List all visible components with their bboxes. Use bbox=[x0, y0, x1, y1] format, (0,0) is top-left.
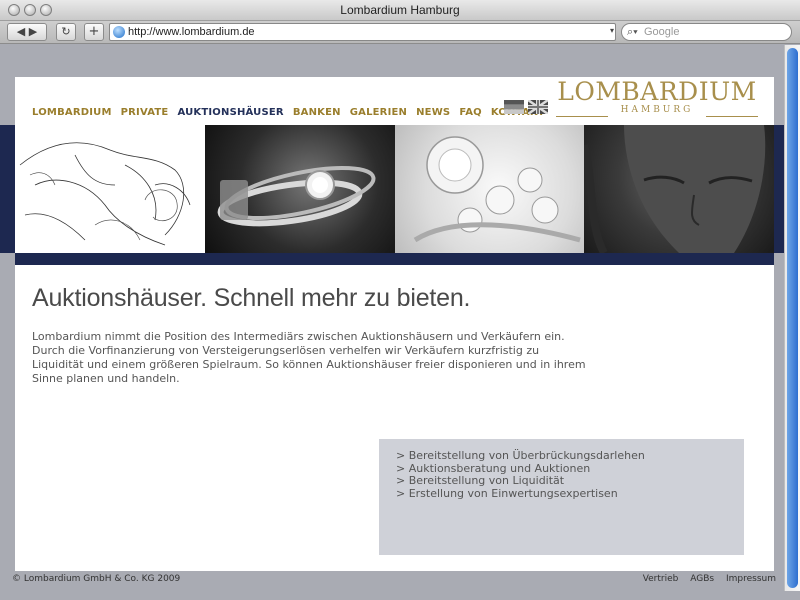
url-dropdown-icon[interactable]: ▾ bbox=[610, 26, 614, 35]
page-title: Auktionshäuser. Schnell mehr zu bieten. bbox=[32, 284, 471, 312]
buddha-face-icon bbox=[584, 125, 766, 253]
service-item: > Bereitstellung von Liquidität bbox=[396, 474, 565, 487]
wedding-rings-icon bbox=[217, 165, 376, 227]
service-item: > Erstellung von Einwertungsexpertisen bbox=[396, 486, 618, 500]
window-titlebar: Lombardium Hamburg bbox=[0, 0, 800, 21]
rings-image bbox=[204, 125, 395, 253]
globe-icon bbox=[113, 26, 125, 38]
search-placeholder: Google bbox=[644, 26, 680, 38]
web-page: LOMBARDIUM PRIVATE AUKTIONSHÄUSER BANKEN… bbox=[0, 45, 784, 591]
copyright-text: © Lombardium GmbH & Co. KG 2009 bbox=[12, 574, 181, 584]
reload-button[interactable]: ↻ bbox=[56, 23, 76, 41]
services-box: > Bereitstellung von Überbrückungsdarleh… bbox=[379, 439, 744, 555]
nav-item-galerien[interactable]: GALERIEN bbox=[350, 107, 407, 118]
nav-item-faq[interactable]: FAQ bbox=[459, 107, 482, 118]
nav-item-banken[interactable]: BANKEN bbox=[293, 107, 341, 118]
footer-link-impressum[interactable]: Impressum bbox=[726, 574, 776, 584]
scrollbar-thumb[interactable] bbox=[787, 48, 798, 588]
address-bar[interactable]: http://www.lombardium.de bbox=[109, 23, 616, 41]
site-footer: © Lombardium GmbH & Co. KG 2009 Vertrieb… bbox=[0, 571, 784, 591]
add-bookmark-button[interactable]: + bbox=[84, 23, 104, 41]
logo-rule-left bbox=[556, 116, 608, 117]
intro-paragraph: Lombardium nimmt die Position des Interm… bbox=[32, 330, 586, 385]
services-list: > Bereitstellung von Überbrückungsdarleh… bbox=[396, 449, 645, 500]
nav-item-lombardium[interactable]: LOMBARDIUM bbox=[32, 107, 112, 118]
sketch-image bbox=[15, 125, 205, 253]
window-title: Lombardium Hamburg bbox=[340, 3, 460, 17]
logo-sub-text: HAMBURG bbox=[620, 105, 694, 115]
diamond-ring-icon bbox=[413, 136, 581, 243]
logo-rule-right bbox=[706, 116, 758, 117]
diamond-ring-image bbox=[394, 125, 585, 253]
top-gray-strip bbox=[15, 45, 769, 75]
nav-item-private[interactable]: PRIVATE bbox=[121, 107, 169, 118]
navy-underline bbox=[15, 253, 774, 265]
nav-item-auktionshaeuser[interactable]: AUKTIONSHÄUSER bbox=[177, 107, 283, 118]
uk-flag-icon[interactable] bbox=[528, 100, 548, 114]
figure-sketch-icon bbox=[19, 142, 191, 246]
back-forward-button[interactable]: ◀ ▶ bbox=[7, 23, 47, 41]
header-image-strip bbox=[15, 125, 774, 253]
nav-item-news[interactable]: NEWS bbox=[416, 107, 450, 118]
footer-link-agbs[interactable]: AGBs bbox=[690, 574, 714, 584]
lombardium-logo[interactable]: LOMBARDIUM HAMBURG bbox=[554, 77, 760, 117]
main-nav: LOMBARDIUM PRIVATE AUKTIONSHÄUSER BANKEN… bbox=[32, 107, 554, 118]
service-item: > Bereitstellung von Überbrückungsdarleh… bbox=[396, 449, 645, 462]
vertical-scrollbar[interactable] bbox=[784, 45, 800, 591]
footer-links: Vertrieb AGBs Impressum bbox=[634, 574, 776, 584]
german-flag-icon[interactable] bbox=[504, 100, 524, 114]
search-input[interactable]: ⌕▾ Google bbox=[621, 23, 792, 41]
buddha-image bbox=[584, 125, 774, 253]
main-content: Auktionshäuser. Schnell mehr zu bieten. … bbox=[15, 265, 774, 571]
browser-toolbar: ◀ ▶ ↻ + http://www.lombardium.de ▾ ⌕▾ Go… bbox=[0, 21, 800, 44]
footer-link-vertrieb[interactable]: Vertrieb bbox=[643, 574, 679, 584]
url-text: http://www.lombardium.de bbox=[128, 26, 255, 38]
logo-main-text: LOMBARDIUM bbox=[557, 77, 757, 106]
search-icon: ⌕▾ bbox=[627, 26, 638, 38]
